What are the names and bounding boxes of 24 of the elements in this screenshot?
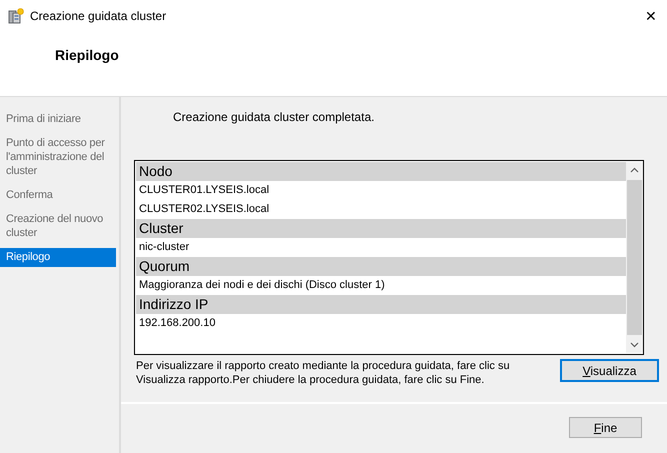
finish-button[interactable]: Fine bbox=[569, 417, 642, 438]
section-heading: Quorum bbox=[136, 257, 626, 276]
wizard-step[interactable]: Creazione del nuovo cluster bbox=[0, 210, 116, 243]
scrollbar[interactable] bbox=[626, 162, 643, 353]
close-button[interactable]: ✕ bbox=[635, 8, 667, 24]
view-button[interactable]: Visualizza bbox=[560, 359, 659, 382]
section-value: Maggioranza dei nodi e dei dischi (Disco cluster 1) bbox=[138, 278, 386, 293]
page-title: Riepilogo bbox=[55, 47, 119, 63]
instructions-text: Per visualizzare il rapporto creato mediante la procedura guidata, fare clic su Visualizza rapporto.Per chiudere la procedura guidata, fare clic su Fine. bbox=[136, 359, 511, 387]
wizard-step[interactable]: Prima di iniziare bbox=[0, 110, 116, 129]
completion-message: Creazione guidata cluster completata. bbox=[173, 110, 376, 126]
window-title: Creazione guidata cluster bbox=[30, 9, 168, 23]
section-value: CLUSTER02.LYSEIS.local bbox=[138, 202, 270, 217]
section-heading: Indirizzo IP bbox=[136, 295, 626, 314]
section-value: 192.168.200.10 bbox=[138, 316, 216, 331]
scrollbar-thumb[interactable] bbox=[627, 180, 642, 335]
section-heading: Cluster bbox=[136, 219, 626, 238]
wizard-step[interactable]: Punto di accesso per l'amministrazione del cluster bbox=[0, 134, 116, 181]
section-value: CLUSTER01.LYSEIS.local bbox=[138, 183, 270, 198]
wizard-step[interactable]: Riepilogo bbox=[0, 248, 116, 267]
wizard-step[interactable]: Conferma bbox=[0, 186, 116, 205]
section-heading: Nodo bbox=[136, 162, 626, 181]
server-icon bbox=[8, 8, 24, 24]
section-value: nic-cluster bbox=[138, 240, 190, 255]
